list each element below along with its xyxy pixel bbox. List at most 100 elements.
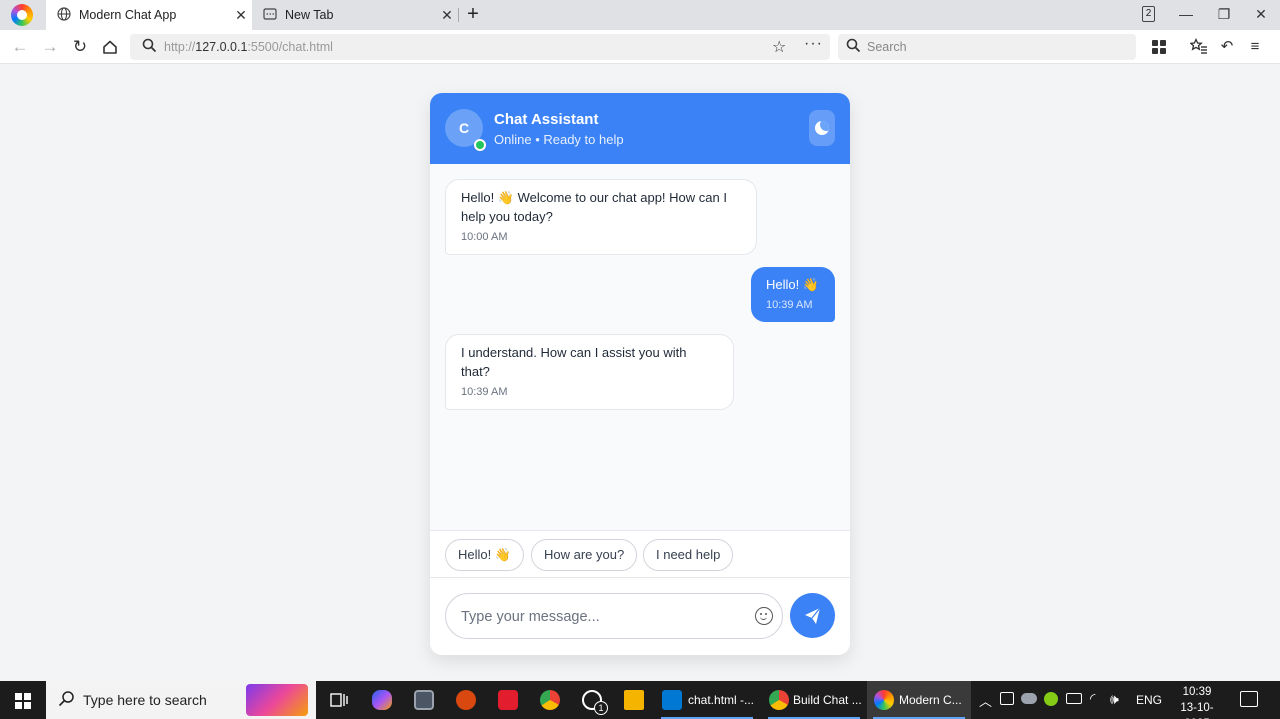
vscode-icon [662,690,682,710]
url-text[interactable]: http://127.0.0.1:5500/chat.html [164,40,333,54]
message-bot: Hello! 👋 Welcome to our chat app! How ca… [445,179,757,255]
bookmarks-icon[interactable] [1189,37,1208,56]
main-menu-icon[interactable]: ≡ [1246,38,1264,56]
task-view-icon [330,693,348,707]
new-tab-button[interactable]: + [462,3,484,27]
taskbar-app-label: chat.html -... [688,693,755,707]
tray-app-icon[interactable] [1000,692,1014,705]
start-button[interactable] [0,681,46,719]
search-icon [142,38,157,56]
theme-toggle-button[interactable] [809,110,835,146]
address-bar[interactable]: http://127.0.0.1:5500/chat.html ☆ ··· [130,34,830,60]
tab-separator [458,8,459,22]
search-icon [846,38,861,56]
message-input-wrapper[interactable] [445,593,783,639]
search-highlight-image[interactable] [246,684,308,716]
quick-reply-hello[interactable]: Hello! 👋 [445,539,525,571]
taskbar-search-placeholder: Type here to search [83,692,207,708]
taskbar-app-vscode[interactable]: chat.html -... [655,681,759,719]
copilot-icon [372,690,392,710]
calculator-icon [414,690,434,710]
emoji-picker-icon[interactable] [755,607,773,625]
message-text: Hello! 👋 [766,277,820,292]
browser-toolbar: ← → ↻ http://127.0.0.1:5500/chat.html ☆ … [0,30,1280,64]
chat-window: C Chat Assistant Online • Ready to help … [430,93,850,655]
globe-icon [56,6,72,24]
message-composer [430,578,850,655]
wifi-icon[interactable]: ◜ [1090,690,1095,707]
reload-button[interactable]: ↻ [68,35,92,59]
extensions-grid-icon[interactable] [1150,38,1168,56]
taskbar-search-box[interactable]: Type here to search [46,681,316,719]
browser-tab-strip: Modern Chat App ✕ New Tab ✕ + 2 — ❐ ✕ [0,0,1280,30]
chat-status: Online • Ready to help [494,132,624,147]
language-indicator[interactable]: ENG [1136,693,1162,707]
search-placeholder: Search [867,40,907,54]
tray-status-icon[interactable] [1044,692,1058,706]
new-tab-page-icon [262,7,278,24]
send-button[interactable] [790,593,835,638]
clock[interactable]: 10:39 13-10-2025 [1168,684,1226,719]
taskbar-app-wps[interactable] [487,681,529,719]
message-time: 10:39 AM [461,386,508,398]
page-actions-more-icon[interactable]: ··· [804,35,823,53]
message-time: 10:39 AM [766,299,813,311]
chrome-icon [540,690,560,710]
forward-button[interactable]: → [38,35,62,59]
message-text: I understand. How can I assist you with … [461,345,687,379]
taskbar-app-copilot[interactable] [361,681,403,719]
message-user: Hello! 👋 10:39 AM [751,267,835,322]
taskbar: Type here to search 1 chat.html -... Bui… [0,681,1280,719]
url-host: 127.0.0.1 [195,40,248,54]
home-button[interactable] [98,35,122,59]
message-text: Hello! 👋 Welcome to our chat app! How ca… [461,190,727,224]
tab-title: New Tab [285,8,334,22]
chat-header: C Chat Assistant Online • Ready to help [430,93,850,164]
browser-search-box[interactable]: Search [838,34,1136,60]
quick-reply-need-help[interactable]: I need help [643,539,734,571]
wps-office-icon [498,690,518,710]
tab-close-icon[interactable]: ✕ [230,7,252,24]
window-close-button[interactable]: ✕ [1242,0,1280,30]
browser-logo-icon[interactable] [11,4,33,26]
taskbar-app-label: Modern C... [899,693,962,707]
taskbar-app-powerpoint[interactable] [445,681,487,719]
message-list: Hello! 👋 Welcome to our chat app! How ca… [430,164,850,530]
restore-button[interactable]: ❐ [1205,0,1243,30]
task-view-button[interactable] [316,681,358,719]
taskbar-app-chrome-window[interactable]: Build Chat ... [762,681,866,719]
taskbar-app-label: Build Chat ... [793,693,862,707]
back-button[interactable]: ← [8,35,32,59]
notification-center-icon[interactable] [1240,691,1258,707]
volume-icon[interactable]: 🕪 [1110,691,1119,708]
folder-icon [624,690,644,710]
online-status-dot [474,139,486,151]
taskbar-app-chrome[interactable] [529,681,571,719]
tab-new-tab[interactable]: New Tab ✕ [252,0,458,30]
moon-icon [815,121,829,135]
minimize-button[interactable]: — [1167,0,1205,30]
message-input[interactable] [461,606,741,628]
search-icon [58,690,75,712]
quick-reply-how-are-you[interactable]: How are you? [531,539,638,571]
bookmark-star-icon[interactable]: ☆ [772,37,786,57]
tab-modern-chat-app[interactable]: Modern Chat App ✕ [46,0,252,30]
tab-count-badge[interactable]: 2 [1142,6,1155,22]
taskbar-app-calculator[interactable] [403,681,445,719]
undo-close-tab-icon[interactable]: ↶ [1218,38,1236,56]
powerpoint-icon [456,690,476,710]
home-icon [103,40,117,54]
clock-time: 10:39 [1182,686,1212,698]
chat-title: Chat Assistant [494,111,599,128]
taskbar-app-browser-window[interactable]: Modern C... [867,681,971,719]
battery-icon[interactable] [1066,693,1082,704]
show-hidden-icons-chevron-icon[interactable]: ︿ [979,691,992,710]
cloud-icon[interactable] [1021,693,1037,704]
tab-close-icon[interactable]: ✕ [436,7,458,24]
url-scheme: http:// [164,40,196,54]
clock-date: 13-10-2025 [1180,702,1214,719]
notification-badge: 1 [594,701,608,715]
url-path: :5500/chat.html [247,40,333,54]
taskbar-app-whatsapp[interactable]: 1 [571,681,613,719]
taskbar-app-file-explorer[interactable] [613,681,655,719]
